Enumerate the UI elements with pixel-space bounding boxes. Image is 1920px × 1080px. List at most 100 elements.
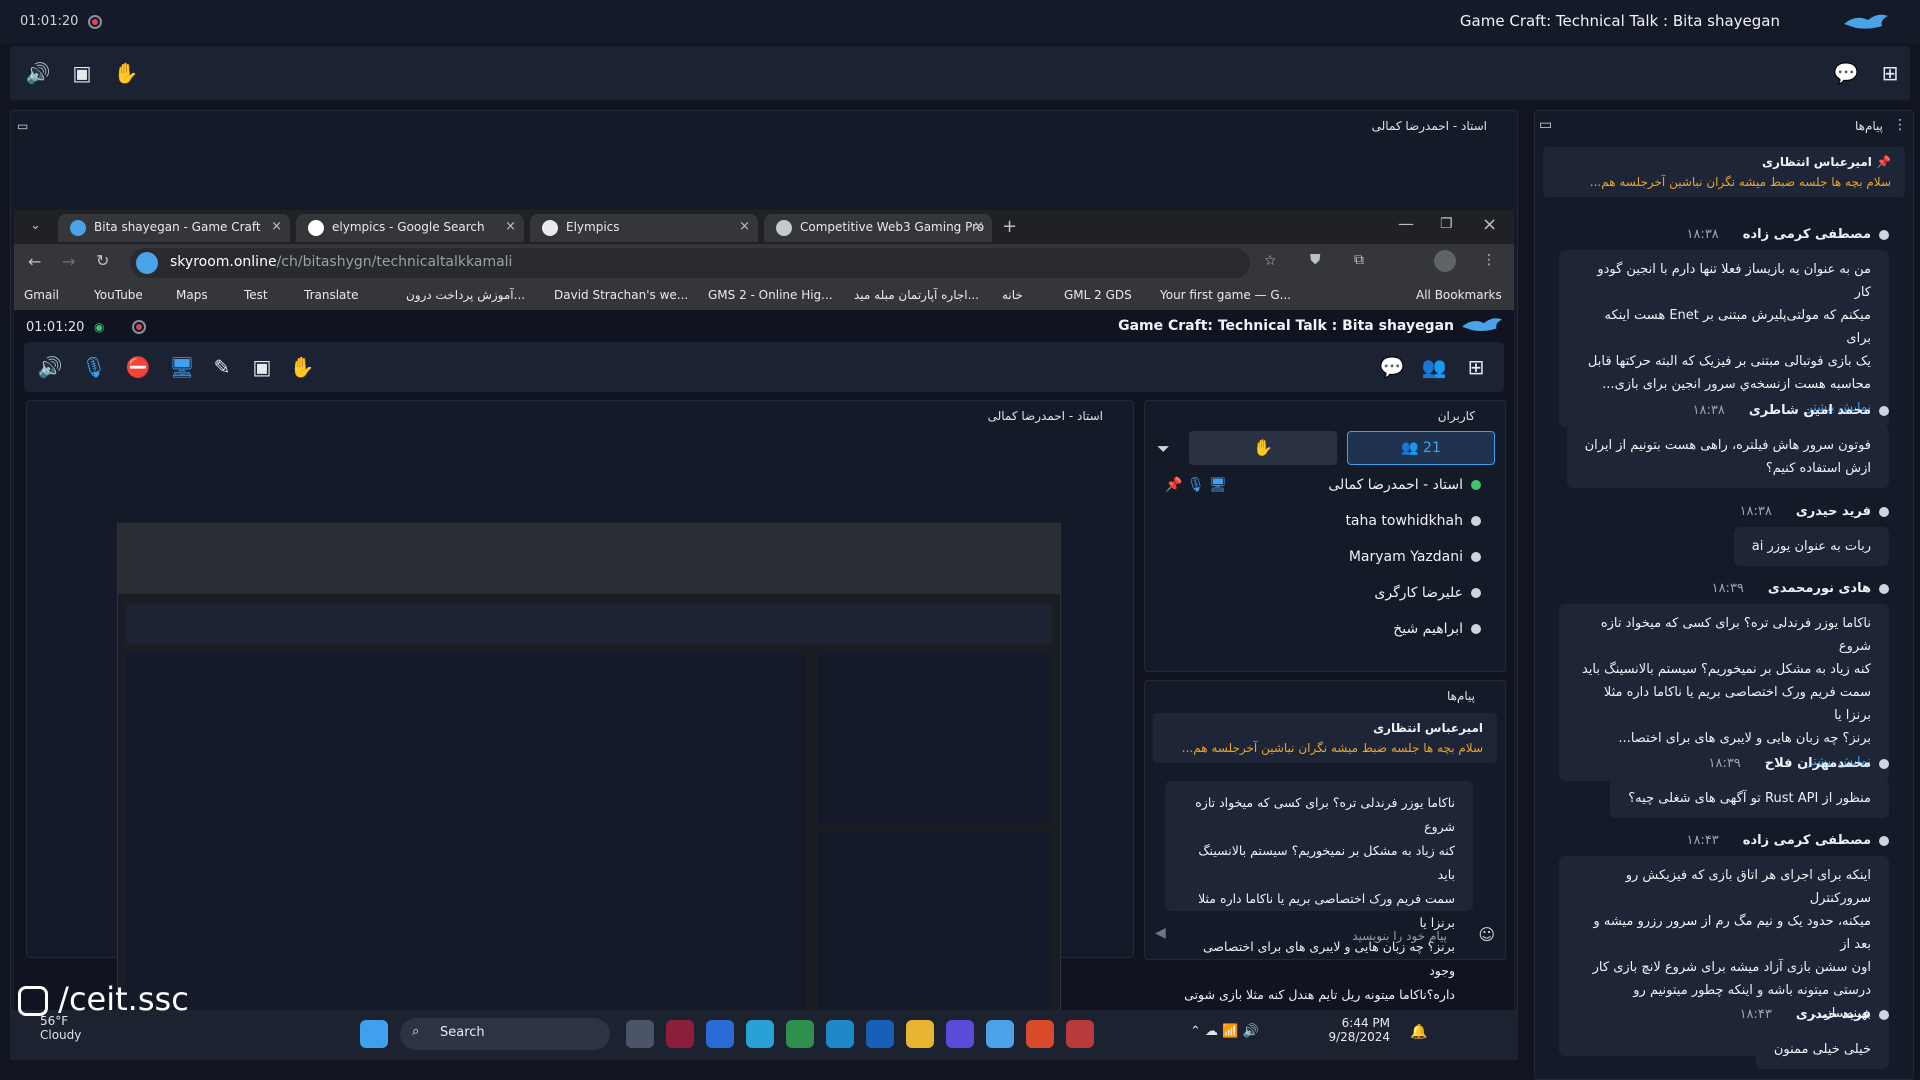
chrome-icon[interactable] — [786, 1020, 814, 1048]
bookmark-david[interactable]: David Strachan's we... — [554, 288, 688, 302]
users-count-tab[interactable]: 👥 21 — [1347, 431, 1495, 465]
inner-message-input[interactable]: پیام خود را بنویسید — [1153, 921, 1497, 951]
board-icon[interactable]: ▣ — [64, 55, 100, 91]
bookmark-translate[interactable]: Translate — [304, 288, 359, 302]
bookmark-farsi-2[interactable]: اجاره آپارتمان مبله مید... — [854, 288, 979, 302]
url-path: /ch/bitashygn/technicaltalkkamali — [276, 254, 513, 270]
browser-menu-icon[interactable]: ⋮ — [1482, 252, 1496, 268]
message-header: مصطفی کرمی زاده۱۸:۴۳ — [1559, 833, 1889, 848]
chat-menu-icon[interactable]: ⋮ — [1893, 117, 1907, 133]
bookmark-test[interactable]: Test — [244, 288, 268, 302]
panel-header: استاد - احمدرضا کمالی — [11, 111, 1517, 141]
inner-users-icon[interactable]: 👥 — [1416, 349, 1452, 385]
bookmark-farsi-1[interactable]: آموزش پرداخت درون... — [406, 288, 525, 302]
extension-icon[interactable]: ⛊ — [1310, 252, 1321, 268]
user-item[interactable]: Maryam Yazdani — [1349, 549, 1481, 565]
telegram-icon[interactable] — [746, 1020, 774, 1048]
weather-widget[interactable]: 56°F Cloudy — [40, 1014, 81, 1042]
profile-avatar[interactable] — [1434, 250, 1456, 272]
user-item[interactable]: taha towhidkhah — [1345, 513, 1481, 529]
back-icon[interactable]: ← — [28, 252, 41, 271]
raise-hand-icon[interactable]: ✋ — [108, 55, 144, 91]
nested-toolbar — [126, 604, 1052, 644]
minimize-icon[interactable]: — — [1398, 214, 1414, 233]
filter-icon[interactable]: ⏷ — [1157, 439, 1170, 459]
webstorm-icon[interactable] — [706, 1020, 734, 1048]
app-icon[interactable] — [1066, 1020, 1094, 1048]
inner-hand-icon[interactable]: ✋ — [284, 349, 320, 385]
tab-competitive-web3[interactable]: Competitive Web3 Gaming Pro × — [764, 214, 992, 242]
vs-icon[interactable] — [866, 1020, 894, 1048]
opera-icon[interactable] — [666, 1020, 694, 1048]
chat-collapse-icon[interactable]: ▭ — [1539, 117, 1552, 133]
close-window-icon[interactable]: × — [1482, 214, 1497, 235]
inner-screen-share-icon[interactable]: 🖥 — [164, 349, 200, 385]
bookmark-khane[interactable]: خانه — [1002, 288, 1023, 302]
inner-mic-icon[interactable]: 🎙 — [76, 349, 112, 385]
taskbar-search[interactable]: ⌕ Search — [400, 1018, 610, 1050]
pinned-sender: امیرعباس انتظاری — [1373, 721, 1483, 735]
inner-board-icon[interactable]: ▣ — [244, 349, 280, 385]
extensions-puzzle-icon[interactable]: ⧉ — [1354, 252, 1364, 268]
tab-google-search[interactable]: elympics - Google Search × — [296, 214, 524, 242]
bookmark-youtube[interactable]: YouTube — [94, 288, 143, 302]
panel-collapse-icon[interactable]: ▭ — [17, 119, 28, 133]
close-tab-icon[interactable]: × — [271, 219, 282, 234]
edge-icon[interactable] — [826, 1020, 854, 1048]
message-bubble: من به عنوان یه بازیساز فعلا تنها دارم با… — [1559, 250, 1889, 427]
bookmark-maps[interactable]: Maps — [176, 288, 208, 302]
speaker-icon[interactable]: 🔊 — [20, 55, 56, 91]
bookmark-first-game[interactable]: Your first game — G... — [1160, 288, 1291, 302]
inner-speaker-icon[interactable]: 🔊 — [32, 349, 68, 385]
inner-chat-icon[interactable]: 💬 — [1374, 349, 1410, 385]
message-header: محمد امین شاطری۱۸:۳۸ — [1559, 403, 1889, 418]
send-icon[interactable]: ◀ — [1155, 925, 1166, 941]
bookmark-gmail[interactable]: Gmail — [24, 288, 59, 302]
url-field[interactable]: skyroom.online/ch/bitashygn/technicaltal… — [130, 248, 1250, 278]
notifications-icon[interactable]: 🔔 — [1410, 1024, 1427, 1040]
clock[interactable]: 6:44 PM 9/28/2024 — [1320, 1016, 1390, 1044]
nested-messages — [818, 832, 1052, 1012]
inner-timer: 01:01:20 — [26, 320, 85, 335]
mic-permission-icon[interactable] — [136, 252, 158, 274]
skyroom-favicon-icon — [70, 220, 86, 236]
close-tab-icon[interactable]: × — [505, 219, 516, 234]
bookmark-star-icon[interactable]: ☆ — [1264, 253, 1277, 269]
bookmark-all[interactable]: All Bookmarks — [1416, 288, 1502, 302]
inner-pen-icon[interactable]: ✎ — [204, 349, 240, 385]
close-tab-icon[interactable]: × — [739, 219, 750, 234]
tray-icons[interactable]: ⌃ ☁ 📶 🔊 — [1190, 1024, 1259, 1039]
app-icon[interactable] — [946, 1020, 974, 1048]
inner-skyroom-app: 01:01:20 ◉ Game Craft: Technical Talk : … — [14, 310, 1514, 1050]
pinned-sender: 📌 امیرعباس انتظاری — [1762, 155, 1891, 169]
chat-header: پیام‌ها — [1854, 119, 1883, 133]
inner-camera-off-icon[interactable]: ⛔ — [120, 349, 156, 385]
skyroom-app-icon[interactable] — [986, 1020, 1014, 1048]
apps-grid-icon[interactable]: ⊞ — [1872, 55, 1908, 91]
start-icon[interactable] — [360, 1020, 388, 1048]
bookmark-gms2[interactable]: GMS 2 - Online Hig... — [708, 288, 833, 302]
reload-icon[interactable]: ↻ — [96, 251, 109, 270]
tab-elympics[interactable]: Elympics × — [530, 214, 758, 242]
task-view-icon[interactable] — [626, 1020, 654, 1048]
emoji-icon[interactable]: ☺ — [1478, 925, 1495, 944]
powerpoint-icon[interactable] — [1026, 1020, 1054, 1048]
tab-search-icon[interactable]: ⌄ — [30, 218, 41, 233]
close-tab-icon[interactable]: × — [973, 219, 984, 234]
forward-icon[interactable]: → — [62, 252, 75, 271]
user-item[interactable]: ابراهیم شیخ — [1393, 621, 1481, 637]
connection-icon: ◉ — [94, 320, 105, 334]
chat-message: محمدمهران فلاح۱۸:۳۹ منظور از Rust API تو… — [1559, 756, 1889, 818]
raised-hands-tab[interactable]: ✋ — [1189, 431, 1337, 465]
new-tab-icon[interactable]: + — [1002, 216, 1017, 237]
tab-skyroom[interactable]: Bita shayegan - Game Craft × — [58, 214, 290, 242]
file-explorer-icon[interactable] — [906, 1020, 934, 1048]
user-item-host[interactable]: استاد - احمدرضا کمالی — [1328, 477, 1481, 493]
message-header: هادی نورمحمدی۱۸:۳۹ — [1559, 581, 1889, 596]
chat-toggle-icon[interactable]: 💬 — [1828, 55, 1864, 91]
user-item[interactable]: علیرضا کارگری — [1374, 585, 1481, 601]
host-controls-icon[interactable]: 📌 🎙 🖥 — [1165, 477, 1227, 493]
restore-icon[interactable]: ❐ — [1440, 216, 1453, 232]
inner-grid-icon[interactable]: ⊞ — [1458, 349, 1494, 385]
bookmark-gml2gds[interactable]: GML 2 GDS — [1064, 288, 1132, 302]
